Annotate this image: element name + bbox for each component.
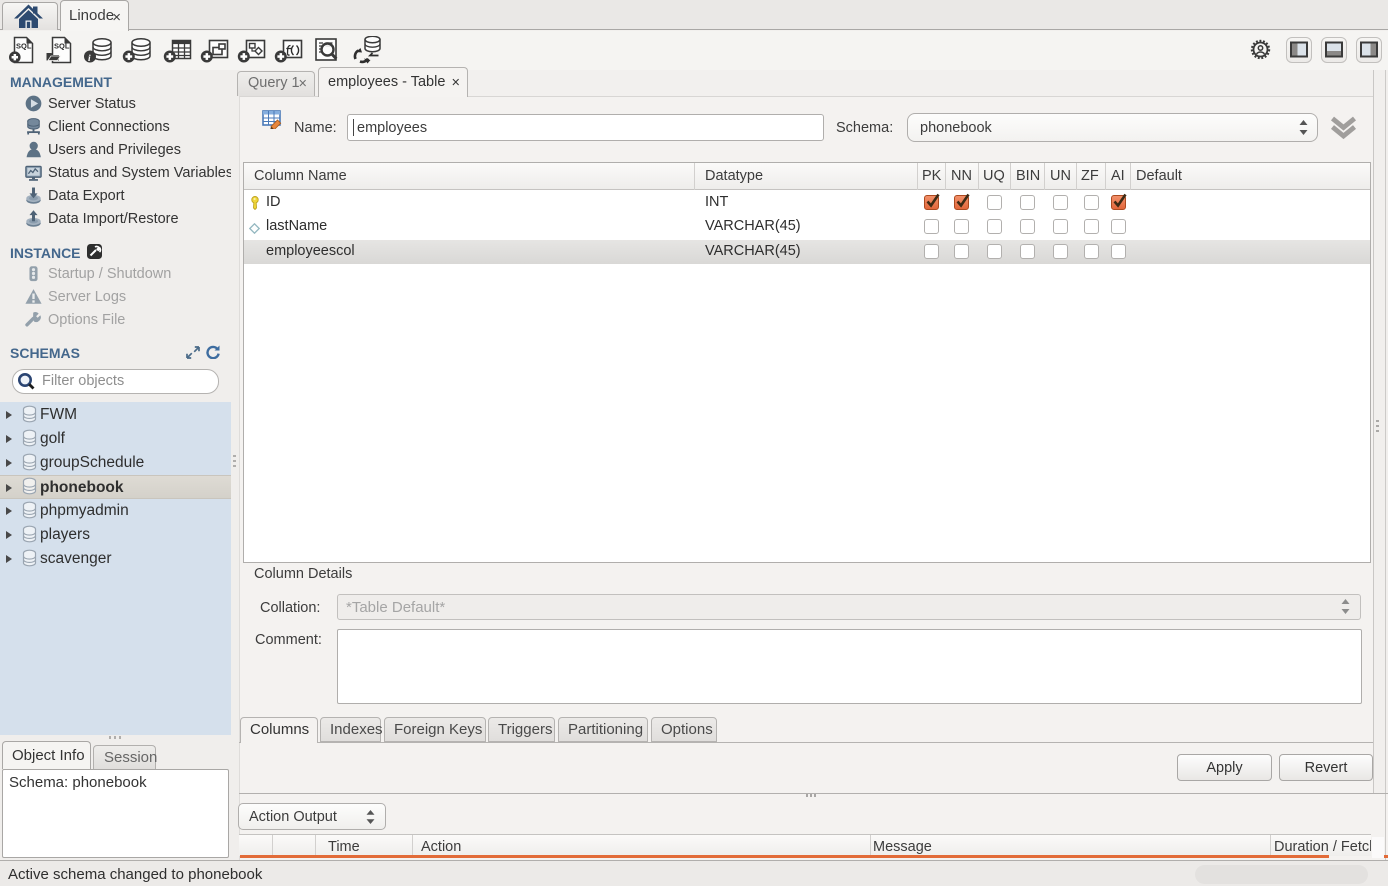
svg-text:SQL: SQL xyxy=(16,42,32,51)
svg-text:i: i xyxy=(88,54,91,64)
svg-text:SQL: SQL xyxy=(54,42,70,51)
